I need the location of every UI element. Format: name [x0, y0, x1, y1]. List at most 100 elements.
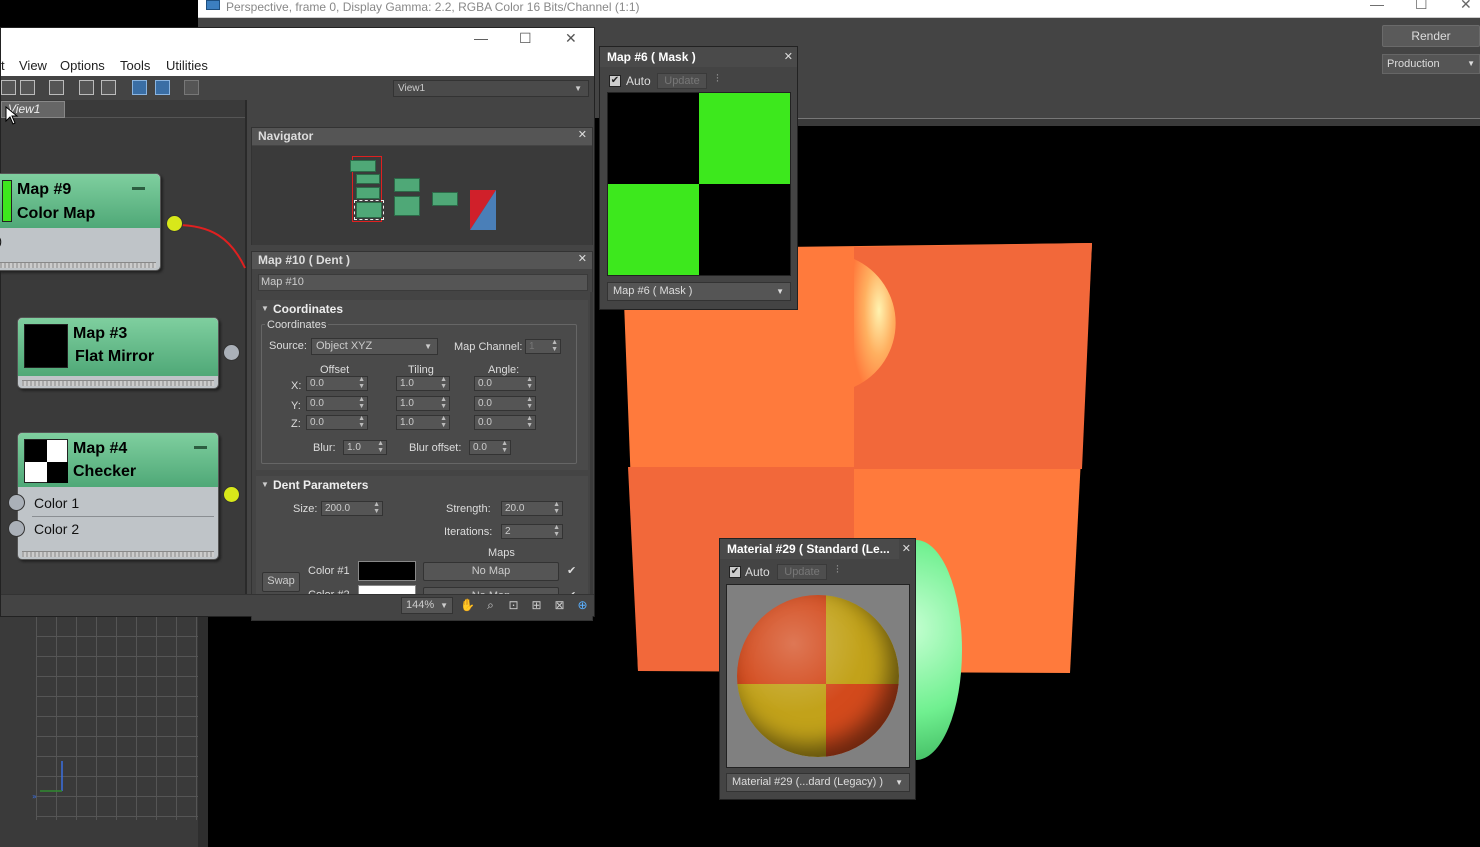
pin-icon[interactable]: ⫶ [836, 564, 839, 577]
source-dropdown[interactable]: Object XYZ ▼ [311, 338, 438, 355]
material-selector-dropdown[interactable]: Material #29 (...dard (Legacy) ) ▼ [726, 773, 910, 792]
material-preview-window: Material #29 ( Standard (Le... ✕ ✔ Auto … [719, 538, 916, 800]
color1-map-button[interactable]: No Map [423, 562, 559, 581]
node-title: Map #3 [73, 325, 128, 342]
mask-preview-image [607, 92, 791, 276]
map-preview-title: Map #6 ( Mask ) [600, 47, 797, 67]
node-map9[interactable]: Map #9 Color Map ) [0, 173, 161, 271]
select-tool-icon[interactable] [1, 80, 16, 95]
menu-item-utilities[interactable]: Utilities [166, 58, 208, 73]
pin-icon[interactable]: ⫶ [716, 73, 719, 86]
update-button[interactable]: Update [657, 73, 707, 89]
offset-x-spinner[interactable]: 0.0 ▲ ▼ [306, 376, 368, 391]
preview-selector-value: Map #6 ( Mask ) [613, 285, 693, 297]
node-wire [175, 224, 246, 269]
render-button[interactable]: Render [1382, 25, 1480, 47]
dent-panel-title: Map #10 ( Dent ) [252, 252, 592, 269]
menu-item-view[interactable]: View [19, 58, 47, 73]
collapse-icon[interactable] [194, 446, 207, 449]
show-parameter-editor-icon[interactable] [155, 80, 170, 95]
dent-parameters-rollout-title: Dent Parameters [273, 478, 369, 492]
background-toggle-icon[interactable] [20, 80, 35, 95]
iterations-spinner[interactable]: 2 ▲ ▼ [501, 524, 563, 539]
map-name-field[interactable]: Map #10 [258, 274, 588, 291]
node-map4[interactable]: Map #4 Checker Color 1 Color 2 [17, 432, 219, 560]
tiling-x-spinner[interactable]: 1.0 ▲ ▼ [396, 376, 450, 391]
blur-spinner[interactable]: 1.0 ▲ ▼ [343, 440, 387, 455]
angle-y-spinner[interactable]: 0.0 ▲ ▼ [474, 396, 536, 411]
size-spinner[interactable]: 200.0 ▲ ▼ [321, 501, 383, 516]
menu-item[interactable]: t [1, 58, 5, 73]
node-footer [0, 262, 156, 268]
offset-z-spinner[interactable]: 0.0 ▲ ▼ [306, 415, 368, 430]
zoom-extents-selected-icon[interactable]: ⊠ [552, 598, 567, 613]
preview-toolbar: ✔ Auto Update ⫶ [720, 561, 915, 583]
close-icon[interactable]: ✕ [784, 50, 793, 63]
blur-offset-spinner[interactable]: 0.0 ▲ ▼ [469, 440, 511, 455]
chevron-down-icon: ▼ [1467, 59, 1475, 68]
close-icon[interactable]: ✕ [902, 542, 911, 555]
slot-color2: Color 2 [34, 521, 80, 537]
slot-color1: Color 1 [34, 495, 80, 511]
source-label: Source: [269, 340, 307, 352]
angle-x-spinner[interactable]: 0.0 ▲ ▼ [474, 376, 536, 391]
minimize-icon[interactable]: — [1370, 0, 1384, 12]
input-slot-indicator: ) [0, 234, 2, 248]
checker-swatch [24, 439, 68, 483]
close-icon[interactable]: ✕ [578, 128, 587, 141]
input-socket-color1[interactable] [8, 494, 25, 511]
offset-y-spinner[interactable]: 0.0 ▲ ▼ [306, 396, 368, 411]
view-selector-value: View1 [398, 83, 426, 94]
layout-vertical-icon[interactable] [79, 80, 94, 95]
menu-item-options[interactable]: Options [60, 58, 105, 73]
zoom-icon[interactable]: ⌕ [483, 598, 498, 613]
maximize-icon[interactable]: ☐ [519, 30, 532, 47]
auto-checkbox[interactable]: ✔ [609, 75, 621, 87]
input-socket[interactable] [223, 344, 240, 361]
angle-z-spinner[interactable]: 0.0 ▲ ▼ [474, 415, 536, 430]
dent-parameters-rollout-header[interactable]: ▼ Dent Parameters [256, 476, 588, 494]
view-selector-dropdown[interactable]: View1 ▼ [393, 80, 589, 97]
auto-checkbox[interactable]: ✔ [729, 566, 741, 578]
svg-text:»: » [32, 792, 37, 800]
show-map-icon[interactable] [49, 80, 64, 95]
zoom-extents-icon[interactable]: ⊞ [529, 598, 544, 613]
zoom-region-icon[interactable]: ⊡ [506, 598, 521, 613]
collapse-icon[interactable] [132, 187, 145, 190]
close-icon[interactable]: ✕ [578, 252, 587, 265]
frame-buffer-strip [798, 118, 1480, 126]
app-icon [206, 0, 220, 10]
input-socket-color2[interactable] [8, 520, 25, 537]
layout-horizontal-icon[interactable] [101, 80, 116, 95]
pan-hand-icon[interactable]: ✋ [460, 598, 475, 613]
color1-map-checkbox[interactable]: ✔ [567, 566, 578, 577]
swap-button[interactable]: Swap [262, 572, 300, 592]
render-preset-dropdown[interactable]: Production ▼ [1382, 54, 1480, 74]
pan-to-selected-icon[interactable]: ⊕ [575, 598, 590, 613]
strength-spinner[interactable]: 20.0 ▲ ▼ [501, 501, 563, 516]
output-socket[interactable] [223, 486, 240, 503]
close-icon[interactable]: ✕ [1460, 0, 1472, 13]
show-navigator-icon[interactable] [132, 80, 147, 95]
maximize-icon[interactable]: ☐ [1415, 0, 1428, 13]
close-icon[interactable]: ✕ [565, 30, 577, 47]
menu-item-tools[interactable]: Tools [120, 58, 150, 73]
node-footer [22, 380, 214, 386]
output-socket[interactable] [166, 215, 183, 232]
node-map3[interactable]: Map #3 Flat Mirror [17, 317, 219, 389]
material-map-browser-icon[interactable] [184, 80, 199, 95]
minimize-icon[interactable]: — [474, 30, 488, 46]
tiling-y-spinner[interactable]: 1.0 ▲ ▼ [396, 396, 450, 411]
map-channel-label: Map Channel: [454, 341, 523, 353]
navigator-canvas[interactable] [252, 146, 592, 245]
auto-label: Auto [626, 74, 651, 88]
tiling-z-spinner[interactable]: 1.0 ▲ ▼ [396, 415, 450, 430]
zoom-dropdown[interactable]: 144% ▼ [401, 597, 453, 614]
background-divider [198, 616, 208, 847]
parameter-scrollbar[interactable] [590, 292, 593, 612]
color1-swatch[interactable] [358, 561, 416, 581]
checker-cell [608, 184, 699, 275]
preview-selector-dropdown[interactable]: Map #6 ( Mask ) ▼ [607, 282, 791, 301]
update-button[interactable]: Update [777, 564, 827, 580]
coordinates-rollout-header[interactable]: ▼ Coordinates [256, 300, 588, 318]
